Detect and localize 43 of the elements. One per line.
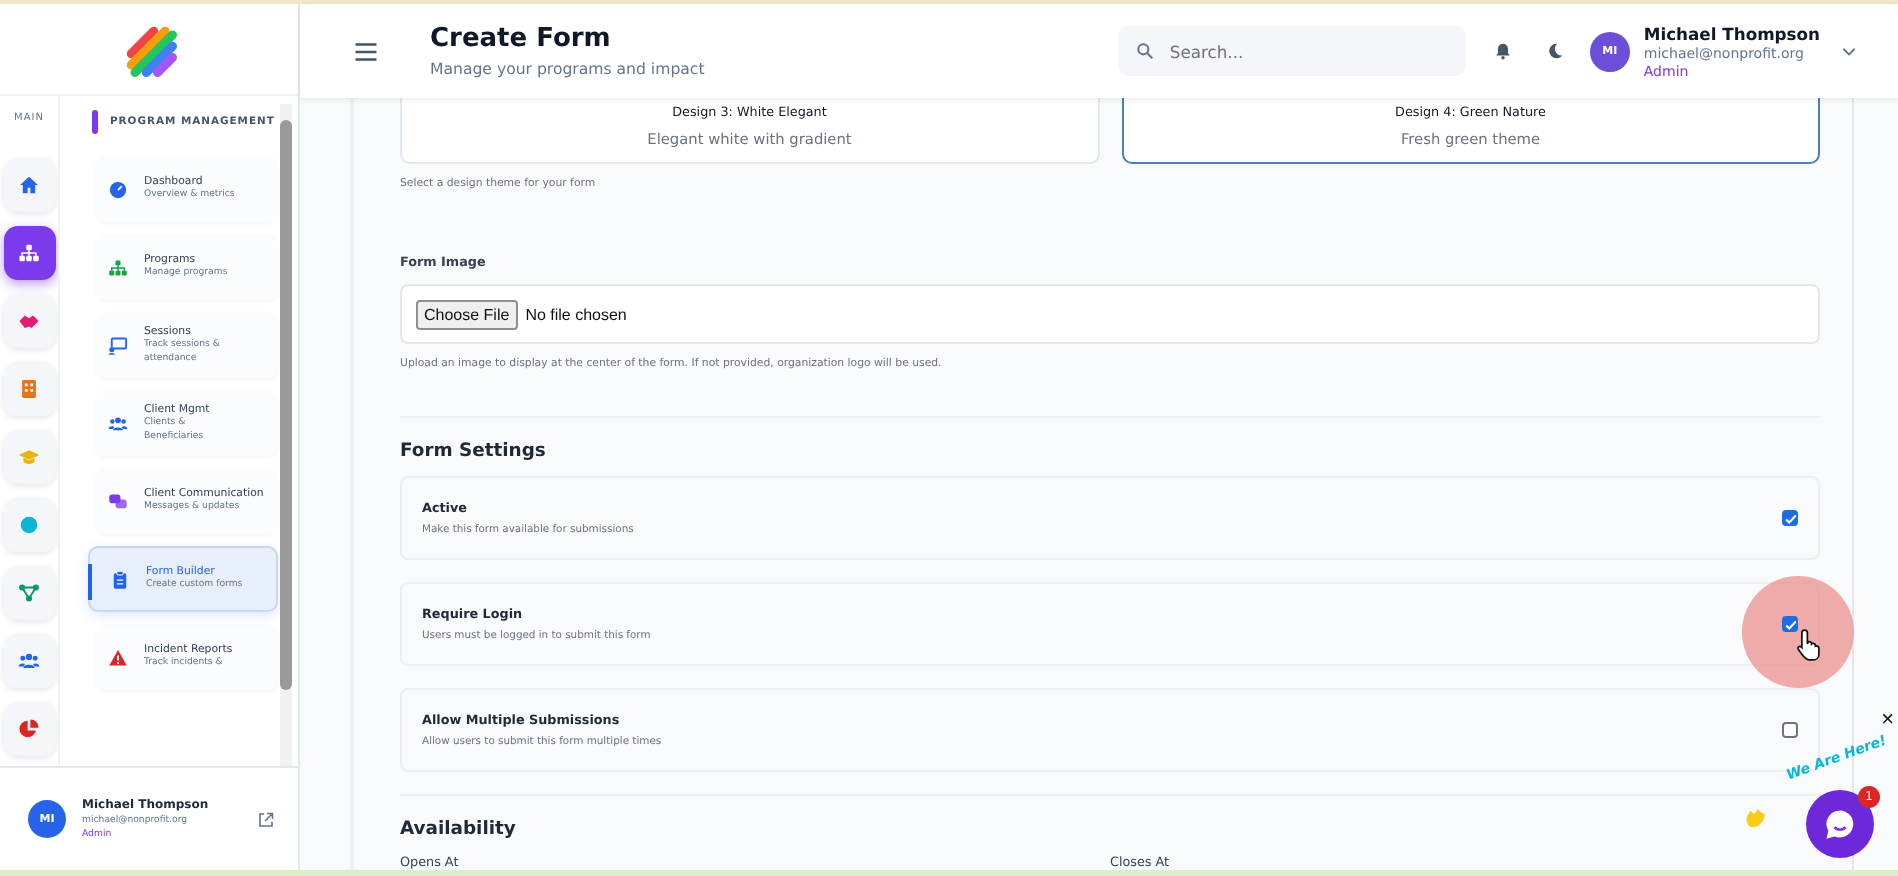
users-icon: [18, 650, 40, 672]
check-icon: [1783, 617, 1797, 631]
warning-icon: [108, 647, 128, 667]
hierarchy-icon: [108, 257, 128, 277]
section-heading: Availability: [400, 818, 518, 840]
hierarchy-icon: [18, 242, 40, 264]
rail-button[interactable]: [3, 158, 55, 212]
graduation-cap-icon: [18, 446, 40, 468]
home-icon: [18, 174, 40, 196]
check-icon: [1783, 511, 1797, 525]
rail-button[interactable]: [3, 294, 55, 348]
rail-button[interactable]: [3, 226, 55, 280]
network-icon: [18, 582, 40, 604]
monitor-icon: [108, 335, 128, 355]
search-field[interactable]: Search...: [1117, 26, 1466, 76]
moon-icon[interactable]: [1545, 42, 1564, 60]
file-status: No file chosen: [525, 305, 627, 323]
checkbox[interactable]: [1782, 510, 1798, 526]
clipboard-icon: [110, 569, 130, 589]
external-link-icon[interactable]: [258, 811, 274, 827]
rail-button[interactable]: [3, 634, 55, 688]
handshake-icon: [18, 310, 40, 332]
rail-button[interactable]: [3, 702, 55, 756]
chat-bubbles-icon: [108, 491, 128, 511]
choose-file-button[interactable]: Choose File: [416, 299, 518, 329]
gauge-icon: [108, 179, 128, 199]
circle-icon: [18, 514, 40, 536]
users-icon: [108, 413, 128, 433]
building-icon: [18, 378, 40, 400]
pie-chart-icon: [18, 718, 40, 740]
rail-button[interactable]: [3, 362, 55, 416]
user-name: Michael Thompson: [1643, 23, 1820, 43]
section-heading: Form Settings: [400, 440, 548, 462]
checkbox[interactable]: [1782, 616, 1798, 632]
section-marker: [92, 110, 98, 134]
page-title: Create Form: [430, 24, 613, 54]
checkbox[interactable]: [1782, 722, 1798, 738]
close-button[interactable]: ×: [1881, 710, 1894, 732]
rail-button[interactable]: [3, 566, 55, 620]
chat-bubble-icon: [1822, 806, 1858, 842]
file-input[interactable]: Choose File No file chosen: [400, 284, 1820, 344]
bell-icon[interactable]: [1493, 42, 1512, 60]
menu-icon[interactable]: [354, 39, 378, 63]
